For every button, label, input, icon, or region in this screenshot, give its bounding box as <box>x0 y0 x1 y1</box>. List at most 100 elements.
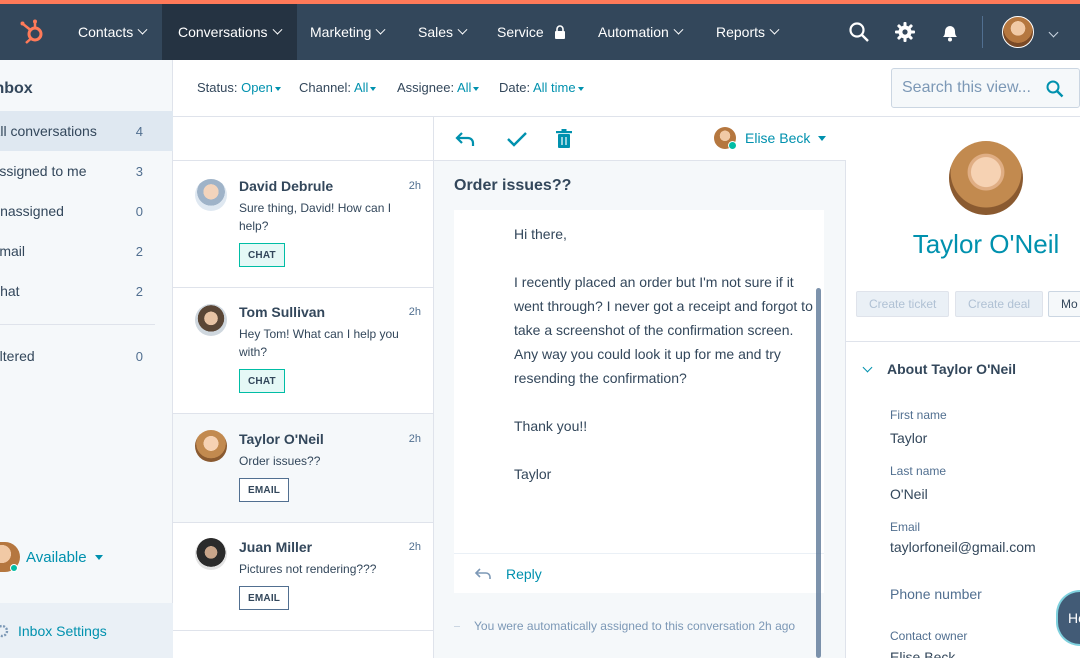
assignee-filter[interactable]: Assignee: All <box>397 80 480 95</box>
chevron-down-icon <box>376 24 386 35</box>
conversation-list: David Debrule 2h Sure thing, David! How … <box>173 117 434 658</box>
nav-contacts-label: Contacts <box>78 24 134 40</box>
email-value[interactable]: taylorfoneil@gmail.com <box>890 539 1036 555</box>
nav-reports[interactable]: Reports <box>716 4 780 60</box>
nav-conversations[interactable]: Conversations <box>162 4 297 60</box>
sidebar-item-count: 2 <box>135 283 143 299</box>
message-preview: Order issues?? <box>239 454 321 468</box>
create-ticket-button[interactable]: Create ticket <box>856 291 950 317</box>
phone-number-field[interactable]: Phone number <box>890 586 982 602</box>
filter-bar: Status: Open Channel: All Assignee: All … <box>173 60 1080 117</box>
sidebar-item-all-conversations[interactable]: All conversations 4 <box>0 111 173 151</box>
contact-name: David Debrule <box>239 178 334 194</box>
chevron-down-icon <box>272 24 282 35</box>
sidebar-item-label: Filtered <box>0 348 35 364</box>
thread-subject: Order issues?? <box>454 177 572 194</box>
timestamp: 2h <box>408 433 421 445</box>
gear-icon <box>0 624 9 637</box>
conversation-list-header <box>173 117 433 161</box>
notification-bell-icon[interactable] <box>938 20 962 44</box>
conversation-item[interactable]: Tom Sullivan 2h Hey Tom! What can I help… <box>173 288 433 414</box>
sidebar-item-count: 0 <box>135 203 143 219</box>
nav-service[interactable]: Service <box>497 4 566 60</box>
sidebar-item-label: All conversations <box>0 123 97 139</box>
user-avatar <box>0 542 20 572</box>
nav-marketing-label: Marketing <box>310 24 372 40</box>
reply-arrow-icon <box>474 567 491 579</box>
section-title: About Taylor O'Neil <box>887 361 1017 377</box>
assignee-dropdown[interactable]: Elise Beck <box>714 127 827 150</box>
message-signature: Taylor <box>514 466 552 482</box>
nav-automation[interactable]: Automation <box>598 4 684 60</box>
contact-name: Juan Miller <box>239 539 313 555</box>
thread-toolbar: Elise Beck <box>434 117 846 161</box>
create-deal-button[interactable]: Create deal <box>955 291 1044 317</box>
sidebar-item-assigned-to-me[interactable]: Assigned to me 3 <box>0 151 173 191</box>
caret-down-icon <box>94 554 103 560</box>
sidebar-item-count: 4 <box>135 123 143 139</box>
top-navigation: Contacts Conversations Marketing Sales S… <box>0 4 1080 60</box>
status-filter[interactable]: Status: Open <box>197 80 281 95</box>
last-name-label: Last name <box>890 464 947 478</box>
first-name-label: First name <box>890 408 947 422</box>
nav-marketing[interactable]: Marketing <box>310 4 386 60</box>
reply-icon[interactable] <box>454 128 476 150</box>
filter-value: All <box>353 80 369 95</box>
last-name-value[interactable]: O'Neil <box>890 486 928 502</box>
nav-reports-label: Reports <box>716 24 766 40</box>
checkmark-icon[interactable] <box>506 128 528 150</box>
filter-value: Open <box>241 80 273 95</box>
email-message: Hi there, I recently placed an order but… <box>454 210 824 553</box>
conversation-item[interactable]: Taylor O'Neil 2h Order issues?? EMAIL <box>173 414 433 523</box>
inbox-settings-link[interactable]: Inbox Settings <box>0 603 173 658</box>
channel-filter[interactable]: Channel: All <box>299 80 377 95</box>
chevron-down-icon[interactable] <box>1048 27 1059 38</box>
about-section-toggle[interactable]: About Taylor O'Neil <box>862 361 1017 377</box>
nav-automation-label: Automation <box>598 24 669 40</box>
conversation-item[interactable]: David Debrule 2h Sure thing, David! How … <box>173 161 433 288</box>
inbox-sidebar: Inbox All conversations 4 Assigned to me… <box>0 60 173 658</box>
assignment-note-text: You were automatically assigned to this … <box>474 619 796 633</box>
chevron-down-icon <box>769 24 780 35</box>
availability-toggle[interactable]: Available <box>0 542 103 572</box>
availability-label: Available <box>26 548 87 566</box>
nav-sales[interactable]: Sales <box>418 4 468 60</box>
contact-owner-label: Contact owner <box>890 629 968 643</box>
search-icon[interactable] <box>847 20 871 44</box>
search-input[interactable] <box>902 79 1042 97</box>
contact-name: Taylor O'Neil <box>239 431 324 447</box>
gear-icon[interactable] <box>893 20 917 44</box>
message-preview: Hey Tom! What can I help you with? <box>239 327 399 359</box>
message-greeting: Hi there, <box>514 226 567 242</box>
conversation-item[interactable]: Juan Miller 2h Pictures not rendering???… <box>173 523 433 631</box>
chevron-down-icon <box>457 24 468 35</box>
caret-down-icon <box>577 86 584 91</box>
trash-icon[interactable] <box>553 128 575 150</box>
reply-button[interactable]: Reply <box>454 553 824 593</box>
sidebar-item-chat[interactable]: Chat 2 <box>0 271 173 311</box>
more-button[interactable]: Mo <box>1048 291 1080 317</box>
user-avatar[interactable] <box>1002 16 1034 48</box>
timestamp: 2h <box>408 541 421 553</box>
filter-value: All time <box>532 80 576 95</box>
sidebar-item-filtered[interactable]: Filtered 0 <box>0 336 173 376</box>
nav-service-label: Service <box>497 24 544 40</box>
inbox-settings-label: Inbox Settings <box>18 622 107 639</box>
nav-conversations-label: Conversations <box>178 24 268 40</box>
date-filter[interactable]: Date: All time <box>499 80 584 95</box>
search-icon[interactable] <box>1045 79 1065 99</box>
message-body: Hi there, I recently placed an order but… <box>514 222 814 510</box>
sidebar-item-unassigned[interactable]: Unassigned 0 <box>0 191 173 231</box>
contact-owner-value[interactable]: Elise Beck <box>890 649 955 658</box>
sidebar-item-count: 3 <box>135 163 143 179</box>
contact-avatar <box>949 141 1023 215</box>
first-name-value[interactable]: Taylor <box>890 430 927 446</box>
sidebar-item-count: 2 <box>135 243 143 259</box>
avatar <box>195 179 227 211</box>
channel-badge: CHAT <box>239 243 285 267</box>
assignee-name: Elise Beck <box>745 130 811 146</box>
nav-contacts[interactable]: Contacts <box>78 4 148 60</box>
hubspot-logo-icon[interactable] <box>18 18 46 46</box>
thread-scrollbar[interactable] <box>816 288 821 658</box>
sidebar-item-email[interactable]: Email 2 <box>0 231 173 271</box>
